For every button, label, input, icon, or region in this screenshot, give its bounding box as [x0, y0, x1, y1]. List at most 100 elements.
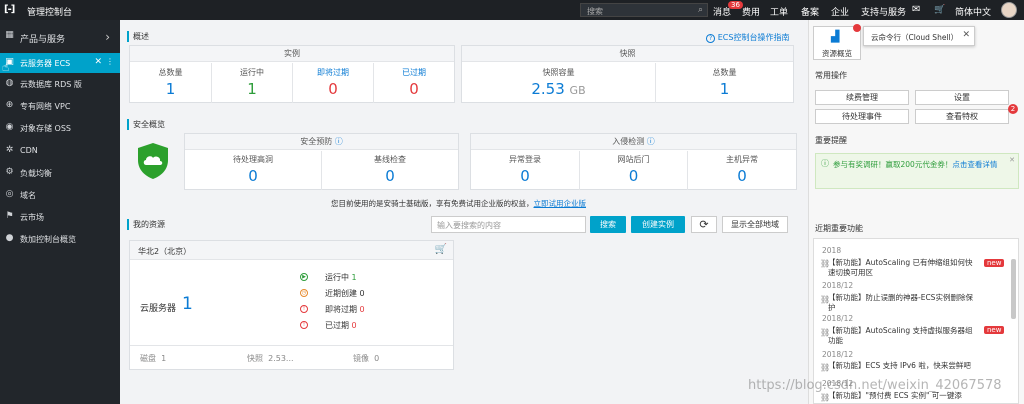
nav-language[interactable]: 简体中文 [955, 5, 991, 18]
global-search-input[interactable]: 搜索 ⌕ [580, 3, 708, 17]
nav-enterprise[interactable]: 企业 [831, 5, 849, 18]
close-icon[interactable]: ✕ [1009, 156, 1015, 164]
sidebar-item-label: 云市场 [20, 213, 44, 222]
instance-expiring-value: 0 [328, 80, 338, 98]
privileges-button[interactable]: 查看特权 [915, 109, 1009, 124]
mail-icon[interactable]: ✉ [912, 4, 920, 15]
intrusion-login-value: 0 [520, 167, 530, 185]
expired-icon: ! [300, 321, 308, 329]
drag-handle-icon[interactable]: ⋮ [106, 57, 114, 66]
footer-disk-value: 1 [161, 354, 167, 363]
sidebar-item-label: 数加控制台概览 [20, 235, 76, 244]
refresh-icon[interactable]: ⟳ [691, 216, 717, 233]
chevron-right-icon: › [105, 30, 110, 44]
intrusion-login-label: 异常登录 [509, 155, 541, 164]
sidebar-item-domain[interactable]: ◎ 域名 [0, 185, 120, 205]
instances-panel: 实例 总数量 1 运行中 1 即将过期 0 已过期 0 [129, 45, 455, 103]
clock-icon: ◷ [300, 289, 308, 297]
settings-button[interactable]: 设置 [915, 90, 1009, 105]
instance-expired[interactable]: 已过期 0 [373, 63, 454, 103]
sidebar-item-cdn[interactable]: ✲ CDN [0, 141, 120, 161]
server-count[interactable]: 1 [182, 294, 193, 314]
instance-expiring-label[interactable]: 即将过期 [293, 67, 373, 78]
grid-icon: ▦ [5, 30, 14, 40]
sidebar-products-header[interactable]: ▦ 产品与服务 › [0, 26, 120, 48]
help-icon[interactable]: ⓘ [335, 137, 343, 146]
status-running[interactable]: 运行中 1 [325, 272, 357, 283]
news-item-link[interactable]: 【新功能】ECS 支持 IPv6 啦，快来尝鲜吧 [828, 361, 978, 371]
cart-icon[interactable]: 🛒 [435, 244, 447, 255]
defense-baseline[interactable]: 基线检查 0 [321, 151, 458, 190]
show-all-regions-button[interactable]: 显示全部地域 [722, 216, 788, 233]
resource-search-input[interactable]: 输入要搜索的内容 [431, 216, 586, 233]
defense-vuln[interactable]: 待处理高洞 0 [185, 151, 321, 190]
instance-expired-label[interactable]: 已过期 [374, 67, 454, 78]
ecs-guide-link[interactable]: ? ECS控制台操作指南 [706, 32, 789, 43]
news-item-link[interactable]: 【新功能】防止误删的神器-ECS实例删除保护 [828, 293, 978, 313]
nav-support[interactable]: 支持与服务 [861, 5, 906, 18]
snapshot-total[interactable]: 总数量 1 [655, 63, 793, 103]
news-item-link[interactable]: 【新功能】AutoScaling 已有伸缩组如何快速切换可用区 [828, 258, 978, 278]
region-card-header: 华北2（北京） 🛒 [130, 241, 453, 260]
new-tag: new [984, 326, 1005, 334]
sidebar-item-ecs[interactable]: ▣ 云服务器 ECS ✕ ⋮ [0, 53, 120, 73]
storage-icon: ◉ [5, 122, 14, 132]
footer-disk[interactable]: 磁盘 1 [140, 353, 166, 364]
shield-icon [138, 143, 168, 179]
nav-tickets[interactable]: 工单 [770, 5, 788, 18]
pending-events-button[interactable]: 待处理事件 [815, 109, 909, 124]
intrusion-host[interactable]: 主机异常 0 [687, 151, 796, 190]
console-title[interactable]: 管理控制台 [27, 5, 72, 18]
news-date: 2018 [822, 246, 842, 255]
snapshot-capacity[interactable]: 快照容量 2.53 GB [462, 63, 655, 103]
news-date: 2018/12 [822, 350, 854, 359]
footer-disk-label: 磁盘 [140, 354, 156, 363]
resource-overview-label: 资源概览 [822, 49, 852, 58]
close-icon[interactable]: ✕ [962, 30, 970, 40]
sidebar-item-dataplus[interactable]: ● 数加控制台概览 [0, 229, 120, 249]
overview-title: 概述 [127, 31, 149, 42]
create-instance-button[interactable]: 创建实例 [631, 216, 685, 233]
search-icon[interactable]: ⌕ [698, 5, 703, 15]
snapshot-capacity-label: 快照容量 [542, 68, 575, 77]
status-expired[interactable]: 已过期 0 [325, 320, 357, 331]
status-expiring[interactable]: 即将过期 0 [325, 304, 365, 315]
cart-icon[interactable]: 🛒 [934, 5, 945, 15]
close-icon[interactable]: ✕ [94, 57, 102, 67]
server-label: 云服务器 [140, 304, 177, 314]
intrusion-backdoor[interactable]: 网站后门 0 [579, 151, 687, 190]
footer-image[interactable]: 镜像 0 [353, 353, 379, 364]
notification-dot [853, 24, 861, 32]
news-item-link[interactable]: 【新功能】AutoScaling 支持虚拟服务器组功能 [828, 326, 978, 346]
avatar[interactable] [1001, 2, 1017, 18]
intrusion-login[interactable]: 异常登录 0 [471, 151, 579, 190]
nav-filing[interactable]: 备案 [801, 5, 819, 18]
aliyun-logo[interactable]: [-] [4, 4, 15, 15]
sidebar-item-label: 负载均衡 [20, 169, 52, 178]
instance-expiring[interactable]: 即将过期 0 [292, 63, 373, 103]
cloud-shell-label[interactable]: 云命令行（Cloud Shell） [871, 32, 958, 43]
running-icon: ▶ [300, 273, 308, 281]
footer-snapshot[interactable]: 快照 2.53... [247, 353, 294, 364]
renewal-button[interactable]: 续费管理 [815, 90, 909, 105]
sidebar-item-label: 专有网络 VPC [20, 102, 71, 111]
nav-billing[interactable]: 费用 [742, 5, 760, 18]
notice-details-link[interactable]: 点击查看详情 [952, 160, 997, 169]
snapshot-capacity-unit: GB [569, 84, 586, 97]
sidebar-item-market[interactable]: ⚑ 云市场 [0, 207, 120, 227]
sidebar-item-oss[interactable]: ◉ 对象存储 OSS [0, 118, 120, 138]
intrusion-host-value: 0 [737, 167, 747, 185]
instance-running[interactable]: 运行中 1 [211, 63, 292, 103]
scrollbar[interactable] [1011, 259, 1016, 319]
sidebar-item-slb[interactable]: ⚙ 负载均衡 [0, 163, 120, 183]
sidebar-item-vpc[interactable]: ⊕ 专有网络 VPC [0, 96, 120, 116]
status-recent[interactable]: 近期创建 0 [325, 288, 365, 299]
database-icon: ◍ [5, 78, 14, 88]
try-enterprise-link[interactable]: 立即试用企业版 [534, 199, 587, 208]
sidebar-item-rds[interactable]: ◍ 云数据库 RDS 版 [0, 74, 120, 94]
globe-icon: ◎ [5, 189, 14, 199]
instance-total[interactable]: 总数量 1 [130, 63, 211, 103]
help-icon[interactable]: ⓘ [647, 137, 655, 146]
new-tag: new [984, 259, 1005, 267]
search-button[interactable]: 搜索 [590, 216, 626, 233]
